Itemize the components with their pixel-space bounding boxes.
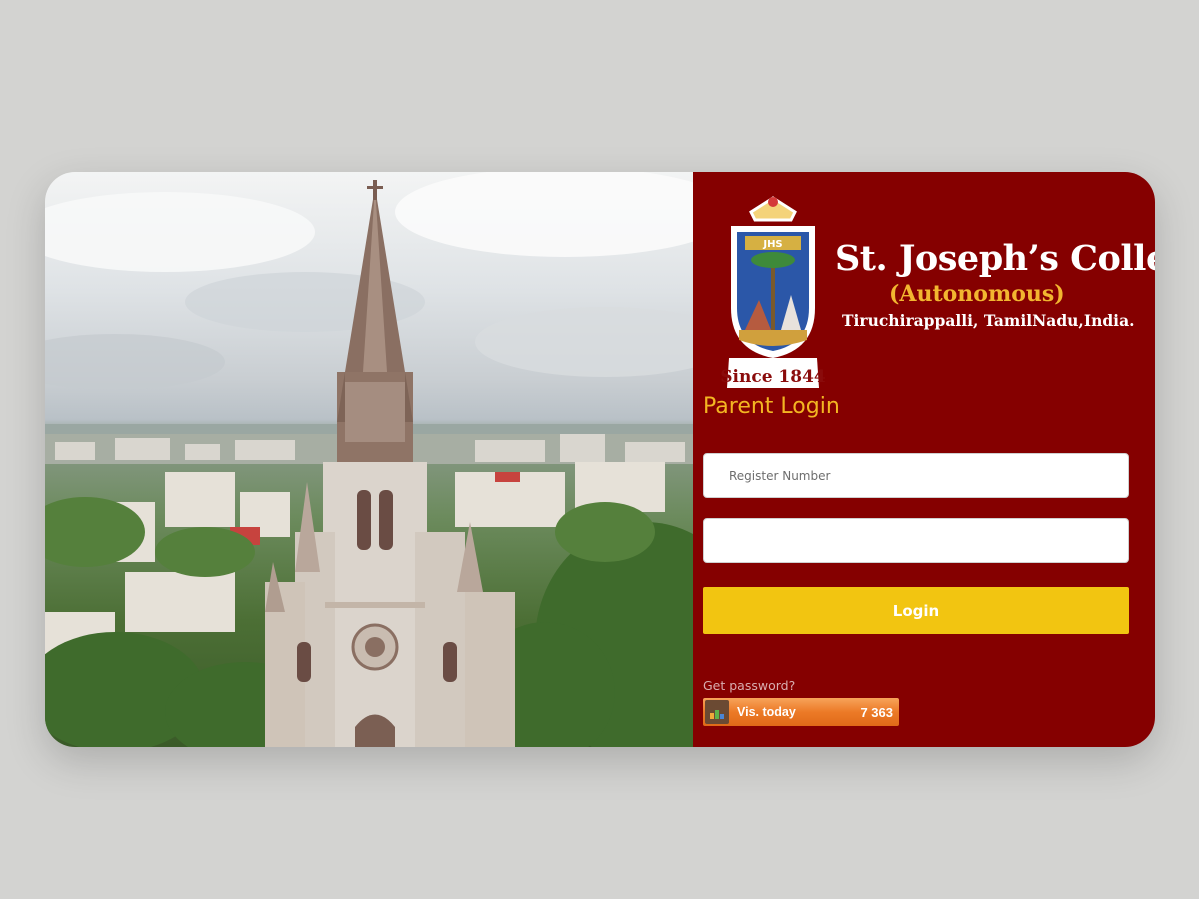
college-crest-logo: JHS Since 1844 — [721, 196, 825, 388]
login-button[interactable]: Login — [703, 587, 1129, 634]
counter-label: Vis. today — [737, 705, 796, 719]
cathedral-photo — [45, 172, 693, 747]
login-heading: Parent Login — [703, 394, 840, 419]
stats-bars-icon — [705, 700, 729, 724]
counter-count: 7 363 — [860, 704, 893, 720]
svg-text:JHS: JHS — [762, 239, 782, 250]
college-location: Tiruchirappalli, TamilNadu,India. — [842, 311, 1135, 330]
get-password-link[interactable]: Get password? — [703, 678, 795, 693]
cathedral-illustration — [45, 172, 693, 747]
svg-text:Since 1844: Since 1844 — [721, 367, 825, 387]
college-subtitle: (Autonomous) — [889, 281, 1065, 307]
login-card: JHS Since 1844 St. Joseph’s College (Aut… — [45, 172, 1155, 747]
register-number-input[interactable] — [703, 453, 1129, 498]
visitor-counter[interactable]: Vis. today 7 363 — [703, 698, 899, 726]
password-input[interactable] — [703, 518, 1129, 563]
login-panel: JHS Since 1844 St. Joseph’s College (Aut… — [693, 172, 1155, 747]
college-title: St. Joseph’s College — [835, 238, 1155, 279]
